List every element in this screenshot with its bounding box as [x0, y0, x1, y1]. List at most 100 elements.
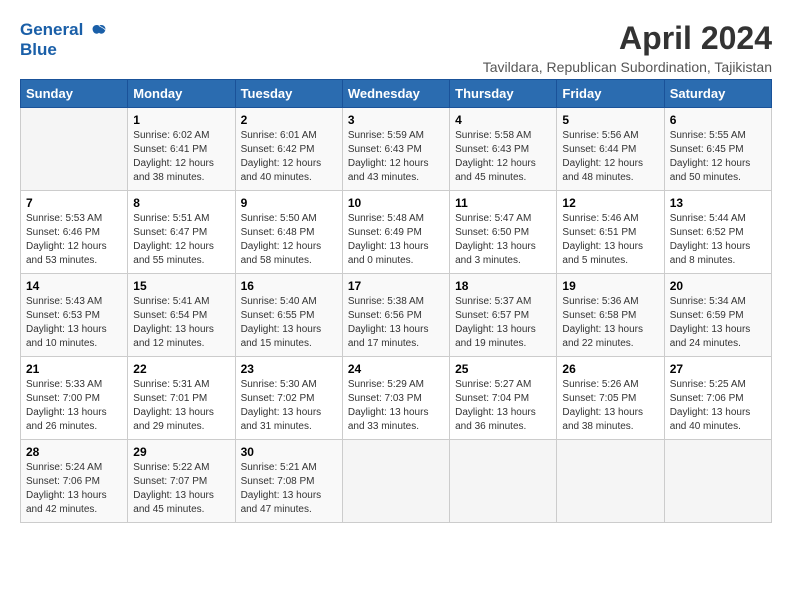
day-number: 3: [348, 113, 444, 127]
day-info: Sunrise: 5:55 AM Sunset: 6:45 PM Dayligh…: [670, 129, 766, 185]
calendar-cell: 22Sunrise: 5:31 AM Sunset: 7:01 PM Dayli…: [128, 357, 235, 440]
calendar-cell: 20 Sunrise: 5:34 AM Sunset: 6:59 PM Dayli…: [664, 274, 771, 357]
day-number: 29: [133, 445, 229, 459]
day-number: 30: [241, 445, 337, 459]
calendar-body: 1Sunrise: 6:02 AM Sunset: 6:41 PM Daylig…: [21, 108, 772, 523]
calendar-cell: 21 Sunrise: 5:33 AM Sunset: 7:00 PM Dayli…: [21, 357, 128, 440]
weekday-header-thursday: Thursday: [450, 80, 557, 108]
calendar-cell: 13 Sunrise: 5:44 AM Sunset: 6:52 PM Dayli…: [664, 191, 771, 274]
calendar-cell: 16 Sunrise: 5:40 AM Sunset: 6:55 PM Dayli…: [235, 274, 342, 357]
day-number: 7: [26, 196, 122, 210]
logo: General Blue: [20, 20, 108, 59]
day-number: 25: [455, 362, 551, 376]
day-info: Sunrise: 5:33 AM Sunset: 7:00 PM Dayligh…: [26, 378, 122, 434]
day-info: Sunrise: 5:50 AM Sunset: 6:48 PM Dayligh…: [241, 212, 337, 268]
calendar-cell: 25 Sunrise: 5:27 AM Sunset: 7:04 PM Dayli…: [450, 357, 557, 440]
weekday-header-monday: Monday: [128, 80, 235, 108]
day-number: 28: [26, 445, 122, 459]
day-number: 11: [455, 196, 551, 210]
day-number: 16: [241, 279, 337, 293]
calendar-cell: 1Sunrise: 6:02 AM Sunset: 6:41 PM Daylig…: [128, 108, 235, 191]
day-number: 12: [562, 196, 658, 210]
day-info: Sunrise: 5:36 AM Sunset: 6:58 PM Dayligh…: [562, 295, 658, 351]
day-info: Sunrise: 5:41 AM Sunset: 6:54 PM Dayligh…: [133, 295, 229, 351]
weekday-header-friday: Friday: [557, 80, 664, 108]
day-number: 27: [670, 362, 766, 376]
logo-text-blue: Blue: [20, 40, 108, 60]
logo-bird-icon: [90, 22, 108, 40]
calendar-week-row: 7 Sunrise: 5:53 AM Sunset: 6:46 PM Daylig…: [21, 191, 772, 274]
calendar-cell: 19 Sunrise: 5:36 AM Sunset: 6:58 PM Dayli…: [557, 274, 664, 357]
calendar-cell: 5 Sunrise: 5:56 AM Sunset: 6:44 PM Daylig…: [557, 108, 664, 191]
calendar-cell: 14 Sunrise: 5:43 AM Sunset: 6:53 PM Dayli…: [21, 274, 128, 357]
calendar-cell: 18 Sunrise: 5:37 AM Sunset: 6:57 PM Dayli…: [450, 274, 557, 357]
weekday-header-wednesday: Wednesday: [342, 80, 449, 108]
day-info: Sunrise: 5:29 AM Sunset: 7:03 PM Dayligh…: [348, 378, 444, 434]
calendar-week-row: 28 Sunrise: 5:24 AM Sunset: 7:06 PM Dayli…: [21, 440, 772, 523]
calendar-cell: [450, 440, 557, 523]
weekday-header-saturday: Saturday: [664, 80, 771, 108]
day-number: 22: [133, 362, 229, 376]
calendar-cell: 12 Sunrise: 5:46 AM Sunset: 6:51 PM Dayli…: [557, 191, 664, 274]
calendar-cell: 27 Sunrise: 5:25 AM Sunset: 7:06 PM Dayli…: [664, 357, 771, 440]
calendar-week-row: 21 Sunrise: 5:33 AM Sunset: 7:00 PM Dayli…: [21, 357, 772, 440]
calendar-cell: 26Sunrise: 5:26 AM Sunset: 7:05 PM Dayli…: [557, 357, 664, 440]
day-number: 8: [133, 196, 229, 210]
day-info: Sunrise: 5:30 AM Sunset: 7:02 PM Dayligh…: [241, 378, 337, 434]
day-info: Sunrise: 5:46 AM Sunset: 6:51 PM Dayligh…: [562, 212, 658, 268]
calendar-cell: 24 Sunrise: 5:29 AM Sunset: 7:03 PM Dayli…: [342, 357, 449, 440]
weekday-header-tuesday: Tuesday: [235, 80, 342, 108]
day-info: Sunrise: 5:25 AM Sunset: 7:06 PM Dayligh…: [670, 378, 766, 434]
calendar-cell: 29Sunrise: 5:22 AM Sunset: 7:07 PM Dayli…: [128, 440, 235, 523]
calendar-cell: 7 Sunrise: 5:53 AM Sunset: 6:46 PM Daylig…: [21, 191, 128, 274]
calendar-cell: 17Sunrise: 5:38 AM Sunset: 6:56 PM Dayli…: [342, 274, 449, 357]
calendar-cell: 9 Sunrise: 5:50 AM Sunset: 6:48 PM Daylig…: [235, 191, 342, 274]
day-info: Sunrise: 5:21 AM Sunset: 7:08 PM Dayligh…: [241, 461, 337, 517]
day-number: 20: [670, 279, 766, 293]
day-info: Sunrise: 5:44 AM Sunset: 6:52 PM Dayligh…: [670, 212, 766, 268]
calendar-cell: 6Sunrise: 5:55 AM Sunset: 6:45 PM Daylig…: [664, 108, 771, 191]
calendar-header: SundayMondayTuesdayWednesdayThursdayFrid…: [21, 80, 772, 108]
calendar-cell: 2Sunrise: 6:01 AM Sunset: 6:42 PM Daylig…: [235, 108, 342, 191]
calendar-week-row: 1Sunrise: 6:02 AM Sunset: 6:41 PM Daylig…: [21, 108, 772, 191]
day-info: Sunrise: 5:59 AM Sunset: 6:43 PM Dayligh…: [348, 129, 444, 185]
day-info: Sunrise: 5:43 AM Sunset: 6:53 PM Dayligh…: [26, 295, 122, 351]
day-info: Sunrise: 5:47 AM Sunset: 6:50 PM Dayligh…: [455, 212, 551, 268]
weekday-header-row: SundayMondayTuesdayWednesdayThursdayFrid…: [21, 80, 772, 108]
calendar-cell: 28 Sunrise: 5:24 AM Sunset: 7:06 PM Dayli…: [21, 440, 128, 523]
calendar-cell: 4Sunrise: 5:58 AM Sunset: 6:43 PM Daylig…: [450, 108, 557, 191]
month-title: April 2024: [483, 20, 772, 57]
location-subtitle: Tavildara, Republican Subordination, Taj…: [483, 59, 772, 75]
day-info: Sunrise: 5:34 AM Sunset: 6:59 PM Dayligh…: [670, 295, 766, 351]
logo-text-general: General: [20, 20, 83, 39]
calendar-cell: 8 Sunrise: 5:51 AM Sunset: 6:47 PM Daylig…: [128, 191, 235, 274]
page-header: General Blue April 2024 Tavildara, Repub…: [20, 20, 772, 75]
day-number: 9: [241, 196, 337, 210]
calendar-cell: 10Sunrise: 5:48 AM Sunset: 6:49 PM Dayli…: [342, 191, 449, 274]
calendar-cell: 30 Sunrise: 5:21 AM Sunset: 7:08 PM Dayli…: [235, 440, 342, 523]
day-number: 10: [348, 196, 444, 210]
day-number: 24: [348, 362, 444, 376]
day-number: 26: [562, 362, 658, 376]
day-number: 2: [241, 113, 337, 127]
day-info: Sunrise: 5:53 AM Sunset: 6:46 PM Dayligh…: [26, 212, 122, 268]
calendar-cell: 23 Sunrise: 5:30 AM Sunset: 7:02 PM Dayli…: [235, 357, 342, 440]
day-number: 23: [241, 362, 337, 376]
day-info: Sunrise: 5:51 AM Sunset: 6:47 PM Dayligh…: [133, 212, 229, 268]
day-info: Sunrise: 5:27 AM Sunset: 7:04 PM Dayligh…: [455, 378, 551, 434]
calendar-cell: 11 Sunrise: 5:47 AM Sunset: 6:50 PM Dayli…: [450, 191, 557, 274]
calendar-cell: [342, 440, 449, 523]
day-number: 5: [562, 113, 658, 127]
calendar-cell: [21, 108, 128, 191]
day-info: Sunrise: 5:40 AM Sunset: 6:55 PM Dayligh…: [241, 295, 337, 351]
day-number: 19: [562, 279, 658, 293]
day-number: 14: [26, 279, 122, 293]
day-number: 13: [670, 196, 766, 210]
day-number: 18: [455, 279, 551, 293]
day-info: Sunrise: 5:37 AM Sunset: 6:57 PM Dayligh…: [455, 295, 551, 351]
day-info: Sunrise: 5:24 AM Sunset: 7:06 PM Dayligh…: [26, 461, 122, 517]
calendar-cell: [664, 440, 771, 523]
day-number: 21: [26, 362, 122, 376]
day-number: 17: [348, 279, 444, 293]
day-info: Sunrise: 5:56 AM Sunset: 6:44 PM Dayligh…: [562, 129, 658, 185]
